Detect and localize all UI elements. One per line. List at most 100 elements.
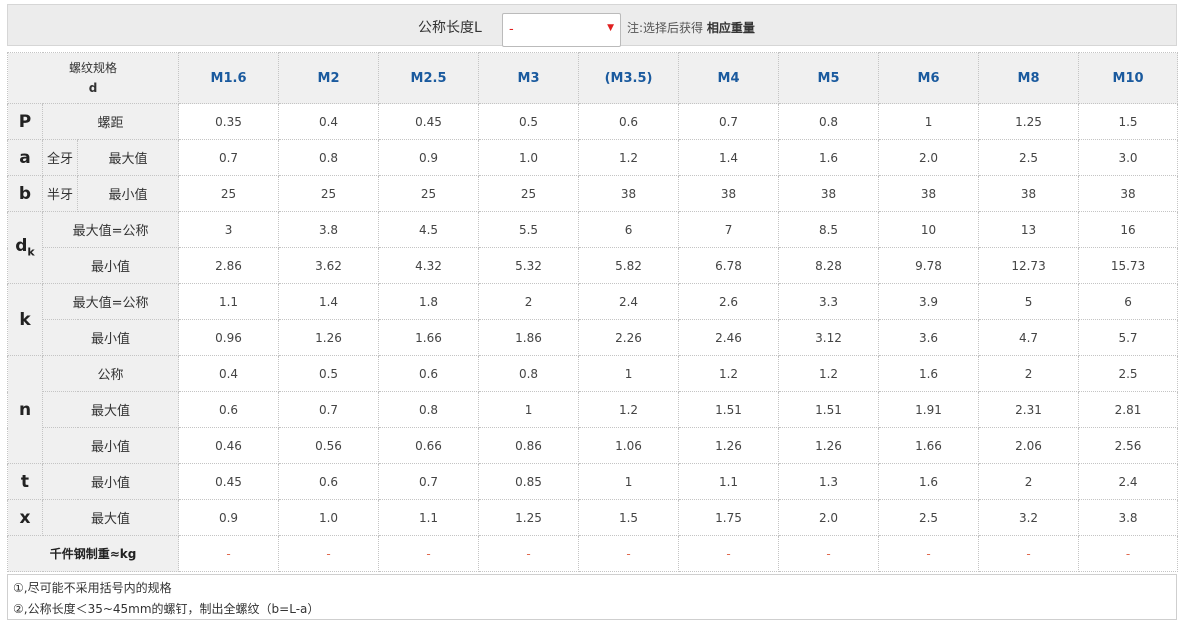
value-cell: -	[778, 535, 880, 572]
value-cell: 1.06	[578, 427, 680, 464]
value-cell: 1.5	[1078, 103, 1179, 140]
footnotes: ①,尽可能不采用括号内的规格 ②,公称长度＜35~45mm的螺钉，制出全螺纹（b…	[7, 574, 1177, 620]
size-header: M2	[278, 52, 380, 104]
value-cell: 0.8	[478, 355, 580, 392]
row-sublabel: 全牙	[42, 139, 78, 176]
row-label: 最小值	[41, 319, 180, 356]
value-cell: 1.2	[578, 139, 680, 176]
dk-min-row: 最小值 2.86 3.62 4.32 5.32 5.82 6.78 8.28 9.78 12.7…	[8, 247, 1179, 284]
value-cell: 1.2	[678, 355, 780, 392]
value-cell: 25	[378, 175, 480, 212]
x-row: x 最大值 0.9 1.0 1.1 1.25 1.5 1.75 2.0 2.5 3.2 3.8	[7, 499, 1179, 536]
value-cell: -	[578, 535, 680, 572]
value-cell: 1.86	[478, 319, 580, 356]
value-cell: -	[378, 535, 480, 572]
size-header: (M3.5)	[578, 52, 680, 104]
value-cell: 2.4	[1078, 463, 1179, 500]
a-row: a 全牙 最大值 0.7 0.8 0.9 1.0 1.2 1.4 1.6 2.0 2.5 3.0	[7, 139, 1179, 176]
size-header: M6	[878, 52, 980, 104]
value-cell: 2.26	[578, 319, 680, 356]
value-cell: 1.51	[678, 391, 780, 428]
value-cell: 1.75	[678, 499, 780, 536]
size-header: M10	[1078, 52, 1179, 104]
value-cell: 0.7	[178, 139, 280, 176]
size-header-row: 螺纹规格 d M1.6 M2 M2.5 M3 (M3.5) M4 M5 M6 M…	[6, 52, 1179, 104]
row-label: 公称	[41, 355, 180, 392]
value-cell: 3.9	[878, 283, 980, 320]
value-cell: 6	[1078, 283, 1179, 320]
thread-spec-header: 螺纹规格 d	[6, 52, 180, 104]
thread-spec-symbol: d	[88, 81, 98, 95]
n-nom-row: n 公称 0.4 0.5 0.6 0.8 1 1.2 1.2 1.6 2 2.5	[7, 355, 1179, 464]
value-cell: 3.8	[1078, 499, 1179, 536]
row-label: 千件钢制重≈kg	[6, 535, 180, 572]
value-cell: 25	[178, 175, 280, 212]
value-cell: 0.9	[378, 139, 480, 176]
row-symbol: b	[7, 175, 43, 212]
value-cell: 1.6	[778, 139, 880, 176]
value-cell: 13	[978, 211, 1080, 248]
size-header: M4	[678, 52, 780, 104]
value-cell: 38	[678, 175, 780, 212]
value-cell: 2.56	[1078, 427, 1179, 464]
value-cell: 1.2	[778, 355, 880, 392]
dk-max-row: dk 最大值=公称 3 3.8 4.5 5.5 6 7 8.5 10 13 16	[7, 211, 1179, 284]
value-cell: 0.85	[478, 463, 580, 500]
value-cell: 3.3	[778, 283, 880, 320]
value-cell: 5.7	[1078, 319, 1179, 356]
selection-note: 注:选择后获得 相应重量	[627, 19, 755, 36]
row-label: 最大值=公称	[41, 283, 180, 320]
value-cell: -	[678, 535, 780, 572]
length-select[interactable]: - ▼	[502, 13, 621, 47]
value-cell: 10	[878, 211, 980, 248]
value-cell: 1	[478, 391, 580, 428]
value-cell: 5	[978, 283, 1080, 320]
value-cell: 0.45	[378, 103, 480, 140]
value-cell: 1.4	[278, 283, 380, 320]
length-label: 公称长度L	[418, 20, 482, 36]
value-cell: 0.6	[278, 463, 380, 500]
size-header: M8	[978, 52, 1080, 104]
row-label: 最大值	[41, 499, 180, 536]
value-cell: 1.3	[778, 463, 880, 500]
value-cell: 0.6	[378, 355, 480, 392]
value-cell: 6	[578, 211, 680, 248]
value-cell: 0.35	[178, 103, 280, 140]
value-cell: 15.73	[1078, 247, 1179, 284]
value-cell: 0.4	[178, 355, 280, 392]
value-cell: 0.5	[278, 355, 380, 392]
value-cell: 38	[878, 175, 980, 212]
value-cell: -	[978, 535, 1080, 572]
size-header: M1.6	[178, 52, 280, 104]
dk-symbol: d	[15, 236, 28, 257]
value-cell: 5.5	[478, 211, 580, 248]
n-max-row: 最大值 0.6 0.7 0.8 1 1.2 1.51 1.51 1.91 2.31 2.81	[8, 391, 1179, 428]
row-symbol: t	[7, 463, 43, 500]
value-cell: -	[1078, 535, 1179, 572]
value-cell: 0.56	[278, 427, 380, 464]
size-header: M2.5	[378, 52, 480, 104]
value-cell: 0.86	[478, 427, 580, 464]
n-min-row: 最小值 0.46 0.56 0.66 0.86 1.06 1.26 1.26 1.66 2.06…	[8, 427, 1179, 464]
note-prefix: 注:选择后获得	[627, 21, 704, 35]
row-symbol: dk	[7, 211, 43, 284]
value-cell: 3	[178, 211, 280, 248]
b-row: b 半牙 最小值 25 25 25 25 38 38 38 38 38 38	[7, 175, 1179, 212]
value-cell: 2	[478, 283, 580, 320]
value-cell: 2.4	[578, 283, 680, 320]
value-cell: 5.82	[578, 247, 680, 284]
value-cell: 8.5	[778, 211, 880, 248]
dk-symbol-sub: k	[27, 245, 35, 259]
value-cell: 1.26	[778, 427, 880, 464]
note-bold: 相应重量	[706, 21, 755, 35]
row-sublabel: 半牙	[42, 175, 78, 212]
value-cell: 2.06	[978, 427, 1080, 464]
value-cell: 2.81	[1078, 391, 1179, 428]
value-cell: 1.5	[578, 499, 680, 536]
row-label: 最大值=公称	[41, 211, 180, 248]
length-selector-bar: 公称长度L - ▼ 注:选择后获得 相应重量	[7, 4, 1177, 47]
chevron-down-icon: ▼	[607, 23, 614, 33]
value-cell: 7	[678, 211, 780, 248]
row-symbol: n	[7, 355, 43, 464]
row-symbol: P	[7, 103, 43, 140]
